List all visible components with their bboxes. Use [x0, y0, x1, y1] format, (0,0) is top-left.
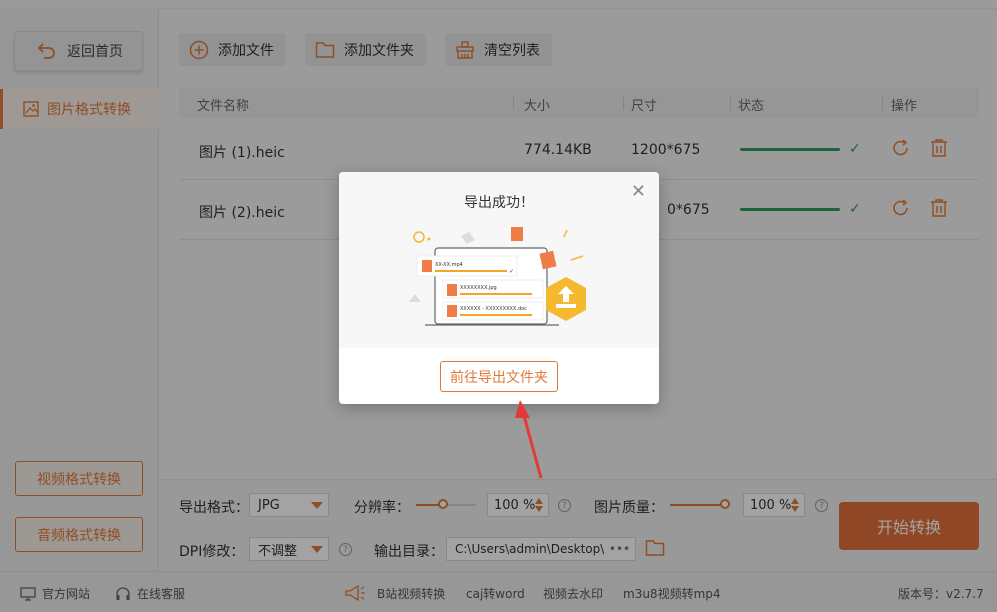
export-success-illustration: XX-XX.mp4 ✓ XXXXXXXX.jpg XXXXXX - XXXXXX…	[409, 227, 586, 326]
close-icon[interactable]: ✕	[631, 183, 646, 201]
svg-text:✓: ✓	[509, 268, 514, 275]
annotation-arrow-icon	[515, 400, 543, 479]
illustration-file-name: XXXXXX - XXXXXXXXX.doc	[460, 306, 527, 312]
illustration-file-name: XX-XX.mp4	[435, 262, 463, 268]
open-export-folder-button[interactable]: 前往导出文件夹	[440, 361, 558, 392]
export-success-dialog: 导出成功！ ✕ XX-XX.mp4 ✓ XXXXXXXX.jpg XXXXXX …	[339, 172, 659, 404]
illustration-file-name: XXXXXXXX.jpg	[460, 285, 497, 291]
dialog-title: 导出成功！	[464, 195, 534, 211]
open-export-folder-label: 前往导出文件夹	[450, 369, 548, 386]
